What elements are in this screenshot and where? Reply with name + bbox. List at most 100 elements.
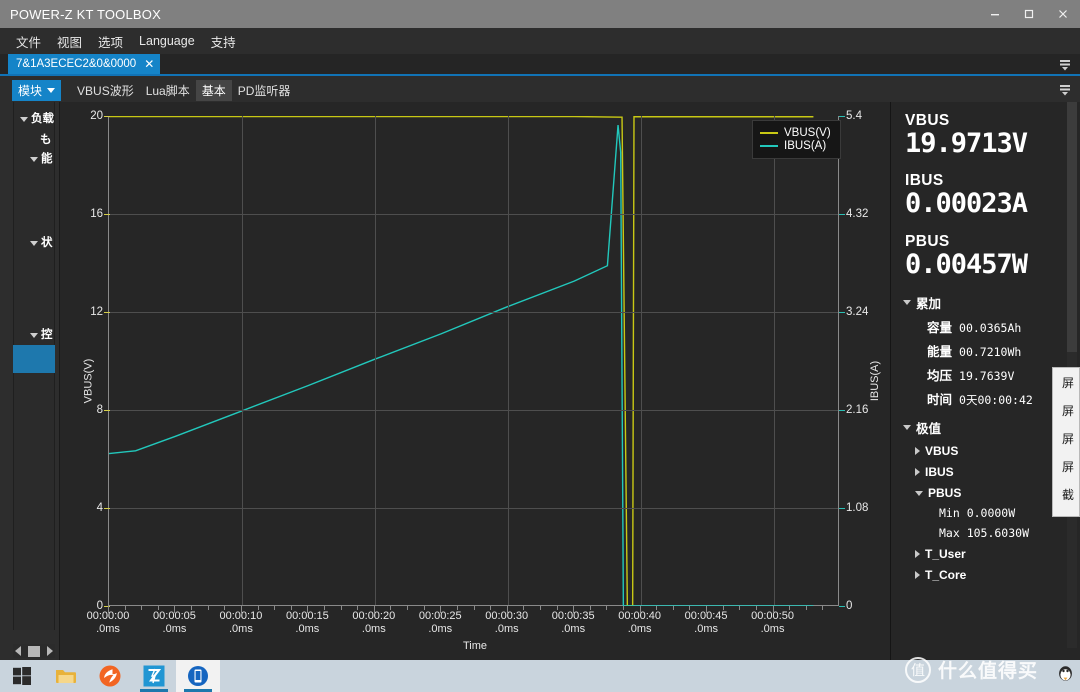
x-axis-minor-tick <box>224 606 226 610</box>
x-axis-minor-tick <box>357 606 359 610</box>
module-tab-basic[interactable]: 基本 <box>195 79 232 101</box>
module-tab-vbus-waveform[interactable]: VBUS波形 <box>71 80 140 101</box>
app-title: POWER-Z KT TOOLBOX <box>10 6 161 22</box>
triangle-expanded-icon <box>30 156 38 162</box>
gridline-horizontal <box>109 312 838 313</box>
close-icon[interactable]: ✕ <box>144 57 154 71</box>
chart-legend[interactable]: VBUS(V) IBUS(A) <box>752 120 841 159</box>
row-key: 能量 <box>927 345 953 360</box>
context-menu-item-2[interactable]: 屏 <box>1053 424 1079 452</box>
x-axis-tick: 00:00:10.0ms <box>219 610 263 635</box>
maximize-button[interactable] <box>1012 0 1046 28</box>
x-axis-minor-tick <box>423 606 425 610</box>
sidebar-item-load[interactable]: 负载 <box>20 110 54 126</box>
file-explorer-icon[interactable] <box>44 660 88 692</box>
thunder-app-icon[interactable] <box>88 660 132 692</box>
start-button[interactable] <box>0 660 44 692</box>
chevron-down-icon[interactable] <box>1058 58 1072 72</box>
row-value: 19.7639V <box>959 369 1015 384</box>
phone-app-icon[interactable] <box>176 660 220 692</box>
extremes-item-t-core[interactable]: T_Core <box>891 568 1080 582</box>
x-axis-minor-tick <box>257 606 259 610</box>
row-value: 0天00:00:42 <box>959 393 1033 408</box>
context-menu[interactable]: 屏 屏 屏 屏 截 <box>1052 367 1080 517</box>
accumulate-group-header[interactable]: 累加 <box>891 293 1080 312</box>
gridline-horizontal <box>109 214 838 215</box>
x-axis-minor-tick <box>124 606 126 610</box>
chart-line-ibusa <box>109 125 814 606</box>
x-axis-minor-tick <box>506 606 508 613</box>
x-axis-minor-tick <box>739 606 741 610</box>
chart-line-vbusv <box>109 116 814 606</box>
sidebar-horizontal-scrollbar[interactable] <box>13 644 55 658</box>
context-menu-item-1[interactable]: 屏 <box>1053 396 1079 424</box>
x-axis-minor-tick <box>440 606 442 613</box>
module-button[interactable]: 模块 <box>12 79 62 101</box>
module-tab-lua-script[interactable]: Lua脚本 <box>140 80 196 101</box>
x-axis-minor-tick <box>323 606 325 610</box>
menu-item-language[interactable]: Language <box>131 31 203 51</box>
x-axis-minor-tick <box>805 606 807 610</box>
extremes-item-label: VBUS <box>925 444 959 459</box>
context-menu-item-3[interactable]: 屏 <box>1053 452 1079 480</box>
power-z-app-icon[interactable] <box>132 660 176 692</box>
sidebar-item-control[interactable]: 控 <box>30 326 53 342</box>
x-axis-minor-tick <box>307 606 309 613</box>
y-axis-tick-left: 16 <box>90 208 110 220</box>
extremes-item-t-user[interactable]: T_User <box>891 547 1080 561</box>
x-axis-minor-tick <box>141 606 143 610</box>
chart-series-svg <box>109 116 814 606</box>
legend-label-ibus: IBUS(A) <box>784 140 827 152</box>
triangle-collapsed-icon <box>915 447 920 456</box>
chevron-down-icon[interactable] <box>1058 83 1072 97</box>
y-axis-label-left: VBUS(V) <box>82 358 95 404</box>
row-value: 00.7210Wh <box>959 345 1022 360</box>
triangle-collapsed-icon <box>915 468 920 477</box>
row-value: 00.0365Ah <box>959 321 1022 336</box>
module-tab-pd-monitor[interactable]: PD监听器 <box>232 80 297 101</box>
extremes-item-label: IBUS <box>925 465 954 480</box>
x-axis-tick: 00:00:30.0ms <box>485 610 529 635</box>
document-tab[interactable]: 7&1A3ECEC2&0&0000 ✕ <box>8 54 161 74</box>
menu-item-support[interactable]: 支持 <box>203 29 244 54</box>
sidebar-selected-item[interactable] <box>13 345 55 373</box>
x-axis-minor-tick <box>523 606 525 610</box>
accumulate-row-energy: 能量 00.7210Wh <box>891 341 1080 360</box>
qq-icon[interactable] <box>1057 665 1074 688</box>
legend-entry-ibus: IBUS(A) <box>760 140 831 152</box>
context-menu-item-0[interactable]: 屏 <box>1053 368 1079 396</box>
scroll-left-icon[interactable] <box>15 646 21 656</box>
sidebar-item-sub[interactable]: も <box>40 131 52 147</box>
y-axis-tick-right: 2.16 <box>838 404 869 416</box>
context-menu-item-4[interactable]: 截 <box>1053 480 1079 508</box>
panel-vertical-scrollbar-thumb[interactable] <box>1067 102 1077 352</box>
menu-item-file[interactable]: 文件 <box>8 29 49 54</box>
legend-label-vbus: VBUS(V) <box>784 127 831 139</box>
caret-down-icon <box>47 87 56 93</box>
extremes-item-label: PBUS <box>928 486 962 501</box>
legend-swatch-ibus <box>760 145 778 147</box>
x-axis-tick: 00:00:45.0ms <box>684 610 728 635</box>
x-axis-tick: 00:00:00.0ms <box>86 610 130 635</box>
menu-item-options[interactable]: 选项 <box>90 29 131 54</box>
row-key: 均压 <box>927 369 953 384</box>
row-key: 时间 <box>927 393 953 408</box>
windows-taskbar <box>0 660 1080 692</box>
vbus-readout: VBUS 19.9713V <box>891 112 1080 158</box>
close-button[interactable] <box>1046 0 1080 28</box>
menu-bar: 文件 视图 选项 Language 支持 <box>0 28 1080 54</box>
sidebar-item-energy[interactable]: 能 <box>30 150 53 166</box>
x-axis-minor-tick <box>157 606 159 610</box>
minimize-button[interactable] <box>978 0 1012 28</box>
y-axis-tick-right: 4.32 <box>838 208 869 220</box>
x-axis-tick: 00:00:50.0ms <box>751 610 794 635</box>
scroll-right-icon[interactable] <box>47 646 53 656</box>
pbus-label: PBUS <box>905 232 950 250</box>
scrollbar-thumb[interactable] <box>28 645 40 657</box>
module-toolbar: 模块 VBUS波形 Lua脚本 基本 PD监听器 <box>0 78 1080 102</box>
menu-item-view[interactable]: 视图 <box>49 29 90 54</box>
plot-canvas[interactable]: 0 4 8 12 16 20 0 1.08 2.16 3.24 4.32 5.4 <box>90 110 868 612</box>
chart-area[interactable]: VBUS(V) IBUS(A) 0 4 8 12 16 20 0 1.08 2.16 3.24 4.… <box>60 102 890 660</box>
x-axis-label: Time <box>462 640 488 652</box>
sidebar-item-status[interactable]: 状 <box>30 234 53 250</box>
